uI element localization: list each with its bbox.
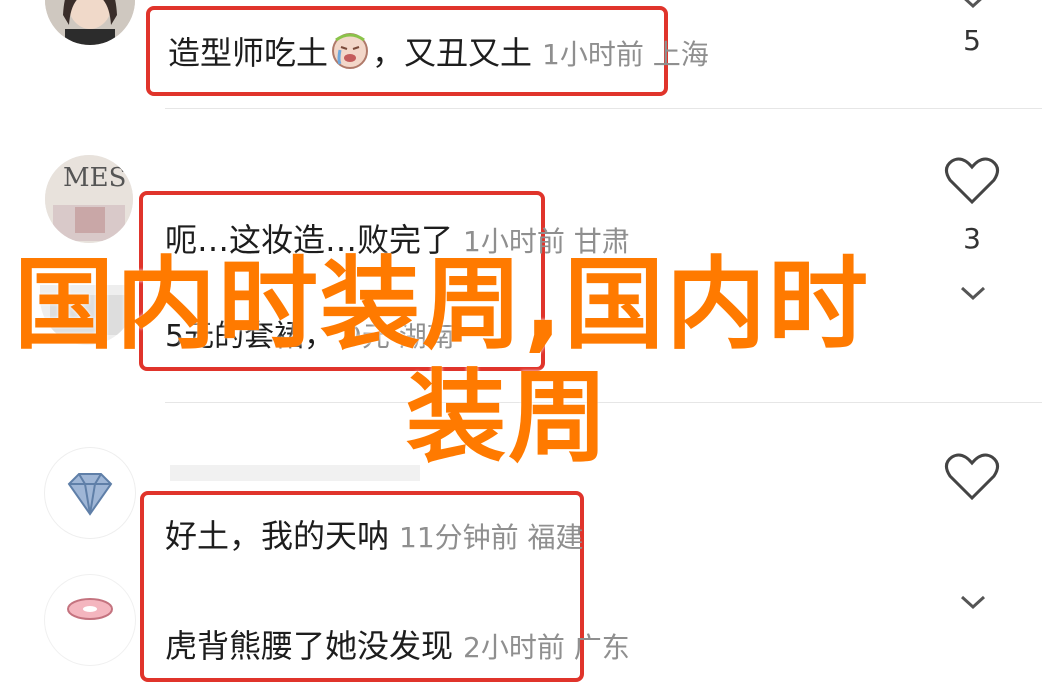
avatar-user-5[interactable]	[45, 575, 135, 665]
faded-reply-line	[170, 465, 420, 481]
comment-meta: 11分钟前 福建	[399, 521, 584, 554]
like-count: 5	[963, 24, 981, 57]
comment-text[interactable]: 好土，我的天呐 11分钟前 福建	[165, 520, 584, 552]
avatar-photo-icon	[45, 0, 135, 45]
like-count-column[interactable]: 3	[942, 222, 1002, 255]
comment-meta: 2小时前 广东	[463, 631, 630, 664]
heart-icon[interactable]	[944, 156, 1000, 206]
chevron-down-icon[interactable]	[958, 594, 988, 610]
like-count-column[interactable]: 5	[942, 24, 1002, 57]
comment-text[interactable]: 虎背熊腰了她没发现 2小时前 广东	[165, 630, 630, 662]
avatar-user-2[interactable]: MES	[45, 155, 133, 243]
crying-face-icon	[332, 33, 369, 69]
comment-text-part: 虎背熊腰了她没发现	[165, 627, 454, 665]
comment-meta: 1小时前 上海	[542, 38, 709, 71]
comment-text-part: 造型师吃土	[168, 34, 329, 72]
diamond-icon	[67, 473, 113, 516]
watermark-line-1: 国内时装周,国内时	[14, 246, 870, 363]
avatar-user-4[interactable]	[45, 448, 135, 538]
like-count: 3	[963, 222, 981, 255]
avatar-text: MES	[63, 163, 127, 193]
watermark-line-2: 装周	[406, 359, 610, 476]
heart-icon[interactable]	[944, 452, 1000, 502]
donut-icon	[67, 598, 113, 620]
chevron-down-icon[interactable]	[958, 0, 988, 8]
comment-text-part: ，又丑又土	[372, 34, 533, 72]
comment-text[interactable]: 造型师吃土 ，又丑又土 1小时前 上海	[168, 30, 709, 70]
divider	[165, 108, 1042, 109]
chevron-down-icon[interactable]	[958, 285, 988, 301]
avatar-user-1[interactable]	[45, 0, 135, 45]
comment-text-part: 好土，我的天呐	[165, 517, 390, 555]
